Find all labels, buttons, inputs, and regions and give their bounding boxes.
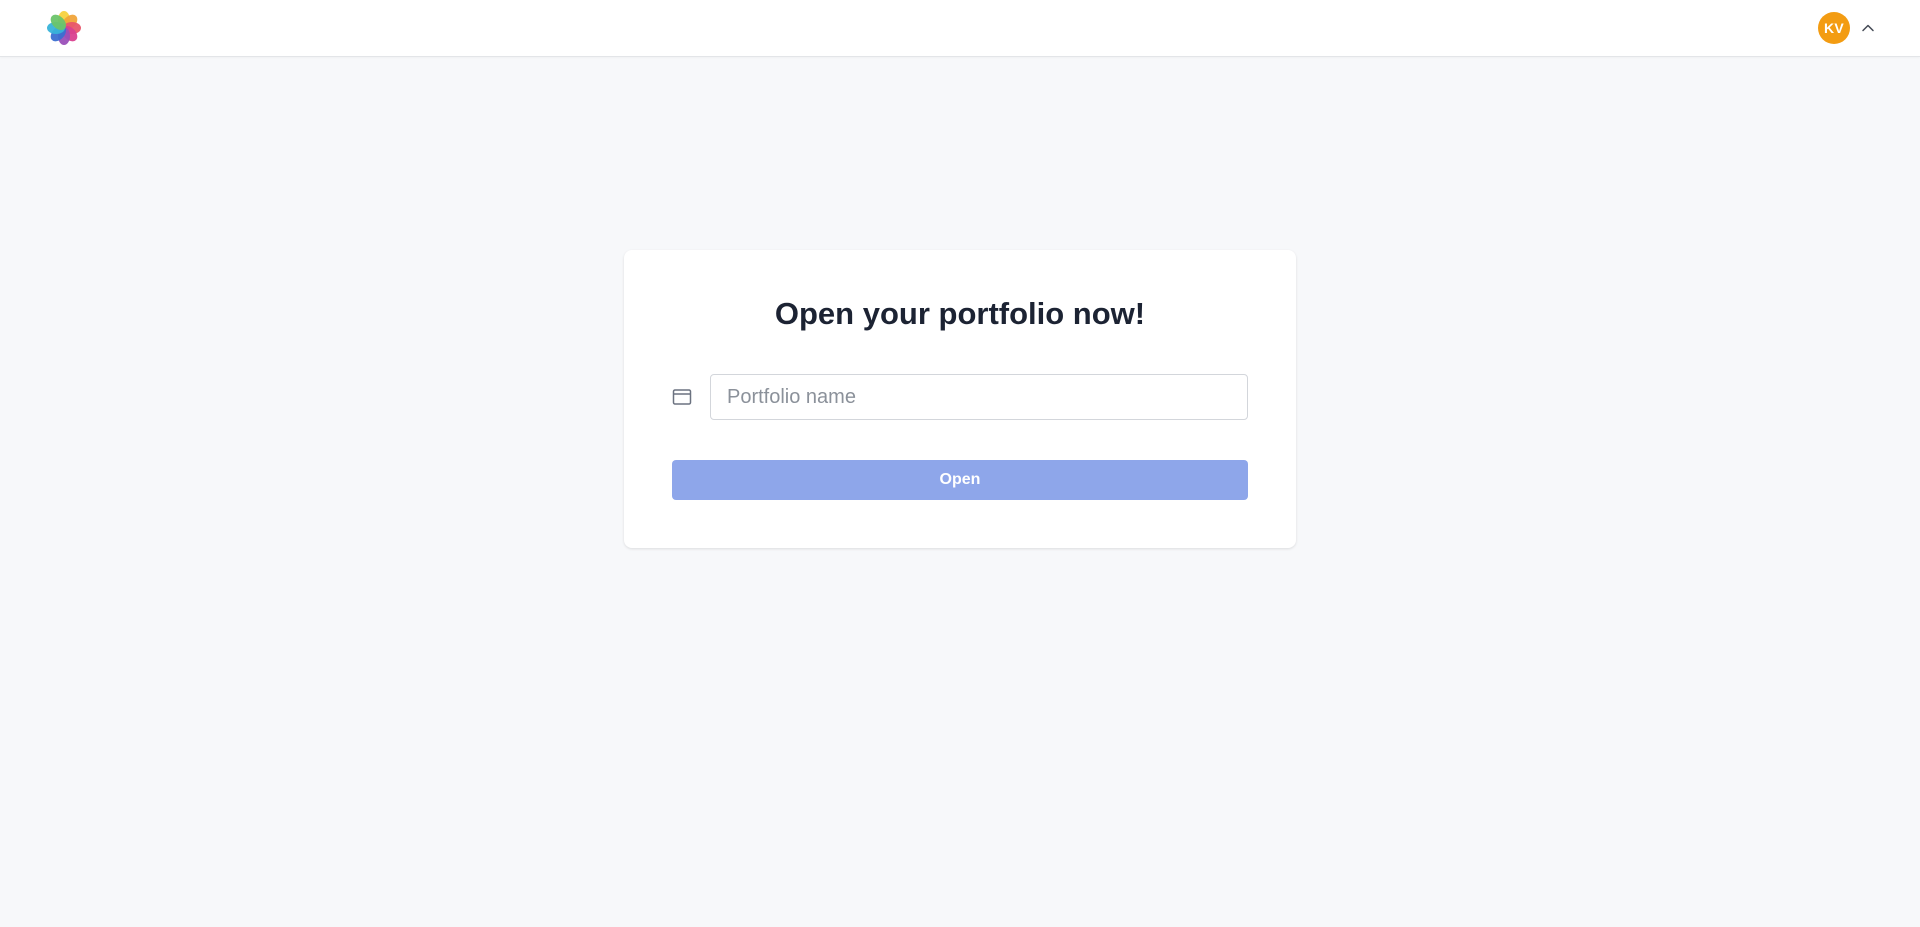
portfolio-name-field-row xyxy=(672,374,1248,420)
open-button[interactable]: Open xyxy=(672,460,1248,500)
top-navigation-bar: KV xyxy=(0,0,1920,57)
open-portfolio-card: Open your portfolio now! Open xyxy=(624,250,1296,548)
user-initials: KV xyxy=(1823,20,1845,36)
flower-logo-icon[interactable] xyxy=(47,11,81,45)
browser-window-icon xyxy=(672,388,692,406)
portfolio-name-input[interactable] xyxy=(710,374,1248,420)
chevron-up-icon[interactable] xyxy=(1860,20,1876,36)
page-title: Open your portfolio now! xyxy=(774,296,1146,331)
user-avatar[interactable]: KV xyxy=(1818,12,1850,44)
user-menu[interactable]: KV xyxy=(1818,12,1876,44)
